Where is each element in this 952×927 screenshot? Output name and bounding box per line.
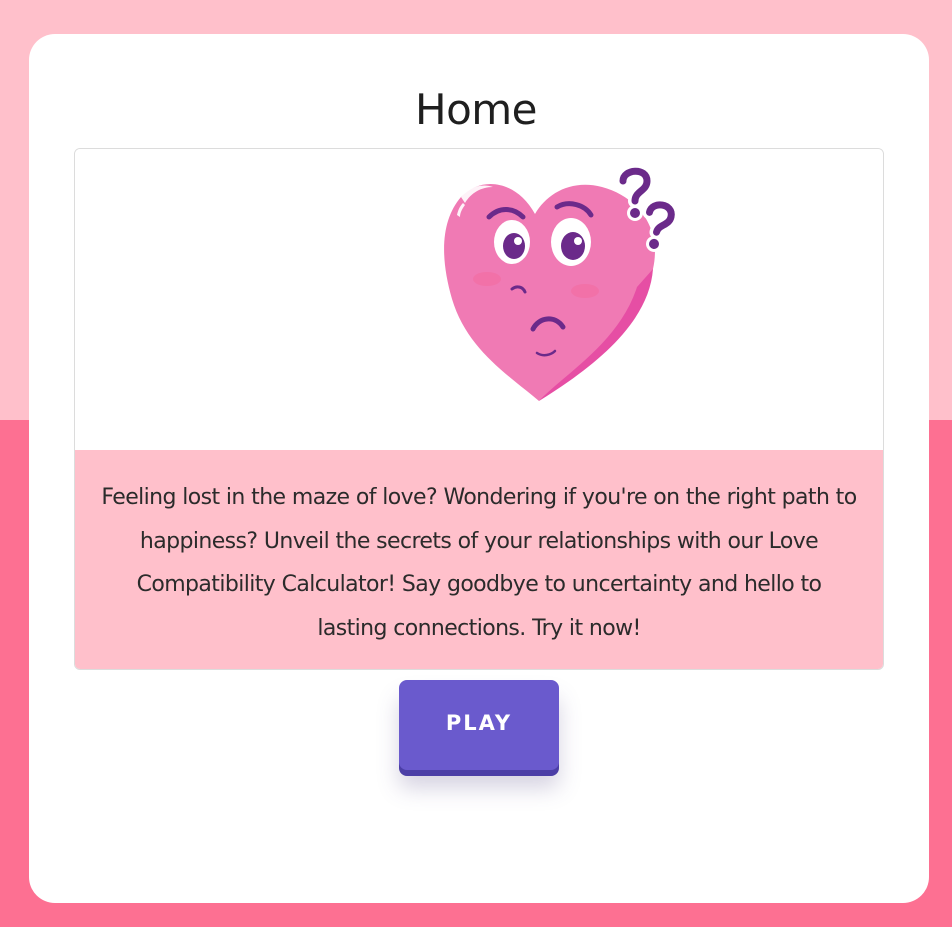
card-description: Feeling lost in the maze of love? Wonder… bbox=[101, 485, 857, 641]
play-button[interactable]: PLAY bbox=[399, 680, 559, 770]
card-image bbox=[75, 149, 883, 449]
confused-heart-icon bbox=[444, 164, 679, 401]
intro-card: Feeling lost in the maze of love? Wonder… bbox=[74, 148, 884, 670]
page-title: Home bbox=[414, 85, 538, 134]
card-body: Feeling lost in the maze of love? Wonder… bbox=[75, 450, 883, 669]
